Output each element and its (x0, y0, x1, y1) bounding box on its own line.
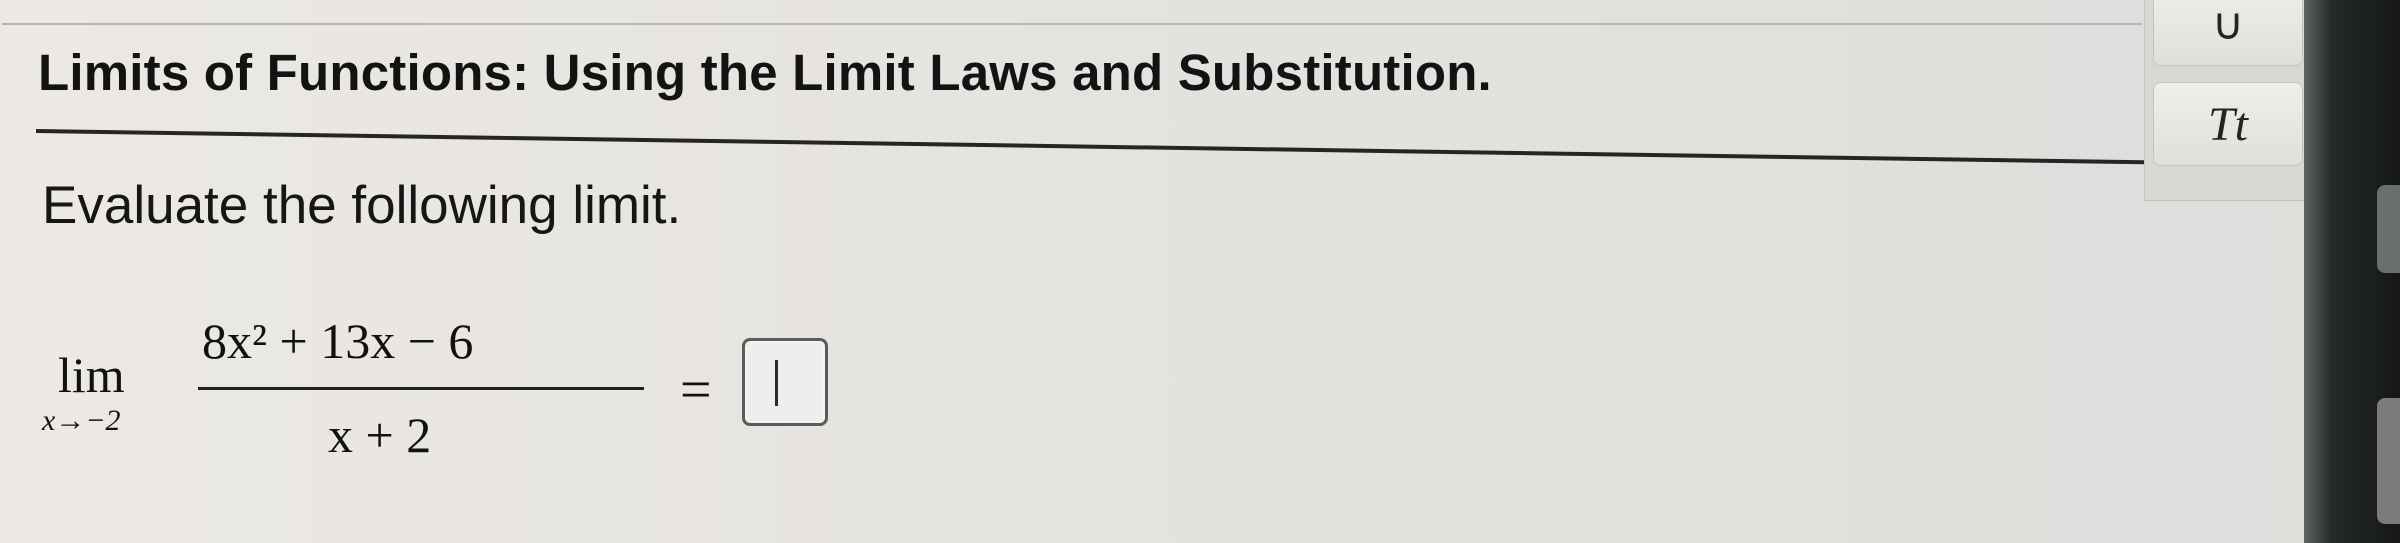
title-divider (36, 129, 2144, 165)
question-prompt: Evaluate the following limit. (42, 176, 682, 235)
problem-title: Limits of Functions: Using the Limit Law… (38, 44, 1492, 101)
limit-approach-value: x→−2 (42, 404, 121, 437)
fraction-bar (198, 387, 644, 390)
equals-sign: = (680, 359, 712, 421)
math-toolbar: ∪ Tt (2144, 0, 2305, 201)
limit-operator: lim (58, 347, 125, 403)
device-bezel (2304, 0, 2400, 543)
text-cursor (775, 360, 778, 406)
bezel-tab-upper (2377, 185, 2400, 273)
union-button[interactable]: ∪ (2153, 0, 2303, 66)
text-format-button[interactable]: Tt (2153, 82, 2303, 166)
fraction-numerator: 8x² + 13x − 6 (202, 313, 474, 369)
top-divider (2, 23, 2142, 25)
fraction-denominator: x + 2 (328, 407, 432, 463)
union-symbol-icon: ∪ (2211, 0, 2245, 49)
bezel-tab-lower (2377, 398, 2400, 524)
text-format-icon: Tt (2207, 98, 2249, 151)
answer-input[interactable] (742, 338, 828, 426)
limit-expression: lim x→−2 8x² + 13x − 6 x + 2 = (38, 290, 828, 470)
problem-screen: Limits of Functions: Using the Limit Law… (0, 0, 2400, 543)
